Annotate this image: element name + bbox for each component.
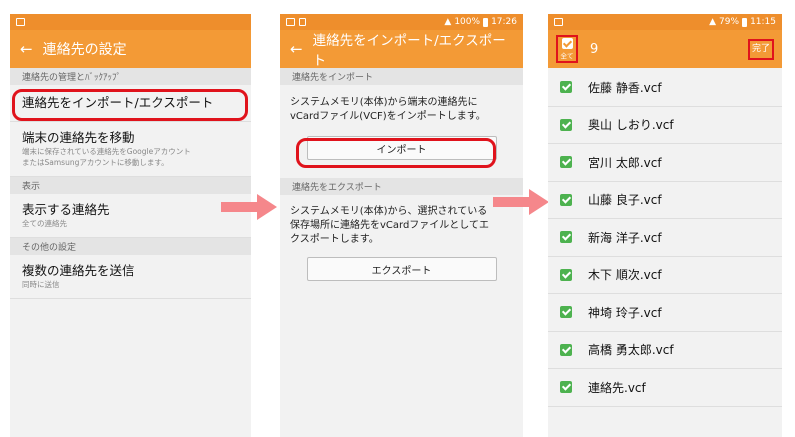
select-all-button[interactable]: 全て — [556, 35, 578, 63]
checkbox-checked-icon[interactable] — [560, 343, 572, 356]
import-description: システムメモリ(本体)から端末の連絡先に vCardファイル(VCF)をインポー… — [280, 85, 523, 132]
menu-item-display-contacts[interactable]: 表示する連絡先 全ての連絡先 — [10, 194, 251, 238]
checkbox-checked-icon[interactable] — [560, 381, 572, 394]
battery-icon — [483, 17, 489, 27]
file-name: 木下 順次.vcf — [588, 268, 662, 283]
page-title: 連絡先の設定 — [42, 42, 127, 58]
file-name: 奥山 しおり.vcf — [588, 118, 674, 133]
menu-item-desc: 同時に送信 — [22, 280, 60, 289]
file-name: 連絡先.vcf — [588, 380, 646, 395]
checkbox-checked-icon[interactable] — [560, 268, 572, 281]
clock-text: 11:15 — [750, 17, 776, 27]
import-desc-line: システムメモリ(本体)から端末の連絡先に — [290, 97, 478, 108]
arrow-left-icon[interactable]: ← — [290, 40, 303, 58]
import-desc-line: vCardファイル(VCF)をインポートします。 — [290, 111, 486, 122]
checkbox-checked-icon[interactable] — [560, 306, 572, 319]
app-bar: ← 連絡先をインポート/エクスポート — [280, 30, 523, 69]
menu-item-desc: またはSamsungアカウントに移動します。 — [22, 158, 169, 167]
menu-item-send-multiple[interactable]: 複数の連絡先を送信 同時に送信 — [10, 255, 251, 299]
checkbox-checked-icon[interactable] — [560, 118, 572, 131]
app-bar: ← 連絡先の設定 — [10, 30, 251, 68]
import-export-screen: ▲ 100% 17:26 ← 連絡先をインポート/エクスポート 連絡先をインポー… — [280, 14, 523, 437]
section-header-import: 連絡先をインポート — [280, 68, 523, 85]
section-header-other: その他の設定 — [10, 238, 251, 255]
notification-icon — [286, 18, 295, 26]
export-desc-line: 保存場所に連絡先をvCardファイルとしてエ — [290, 220, 490, 231]
selected-count: 9 — [590, 41, 599, 57]
export-desc-line: クスポートします。 — [290, 234, 379, 245]
flow-arrow-icon — [493, 189, 549, 215]
checkbox-checked-icon[interactable] — [560, 156, 572, 169]
settings-screen: ← 連絡先の設定 連絡先の管理とﾊﾞｯｸｱｯﾌﾟ 連絡先をインポート/エクスポー… — [10, 14, 251, 437]
checkbox-checked-icon[interactable] — [560, 193, 572, 206]
export-description: システムメモリ(本体)から、選択されている 保存場所に連絡先をvCardファイル… — [280, 195, 523, 255]
flow-arrow-icon — [221, 194, 277, 220]
status-bar: ▲ 100% 17:26 — [280, 14, 523, 30]
notification-icon — [16, 18, 25, 26]
highlight-frame — [12, 89, 248, 121]
export-button[interactable]: エクスポート — [306, 257, 497, 281]
menu-item-move-contacts[interactable]: 端末の連絡先を移動 端末に保存されている連絡先をGoogleアカウント またはS… — [10, 122, 251, 177]
file-select-screen: ▲ 79% 11:15 全て 9 完了 佐藤 静香.vcf 奥山 しおり.vcf… — [548, 14, 782, 437]
file-row[interactable]: 木下 順次.vcf — [548, 257, 782, 294]
notification-icon — [554, 18, 563, 26]
highlight-frame — [296, 138, 496, 168]
checkbox-checked-icon[interactable] — [560, 81, 572, 94]
menu-item-desc: 端末に保存されている連絡先をGoogleアカウント — [22, 147, 191, 156]
file-name: 宮川 太郎.vcf — [588, 155, 662, 170]
file-row[interactable]: 神埼 玲子.vcf — [548, 294, 782, 332]
checkbox-checked-icon[interactable] — [560, 231, 572, 244]
page-title: 連絡先をインポート/エクスポート — [312, 33, 506, 69]
file-name: 佐藤 静香.vcf — [588, 80, 662, 95]
status-bar: ▲ 79% 11:15 — [548, 14, 782, 30]
file-row[interactable]: 佐藤 静香.vcf — [548, 69, 782, 107]
clock-text: 17:26 — [491, 17, 517, 27]
file-row[interactable]: 奥山 しおり.vcf — [548, 107, 782, 144]
battery-text: 100% — [454, 17, 481, 27]
menu-item-label: 表示する連絡先 — [22, 202, 110, 217]
file-row[interactable]: 宮川 太郎.vcf — [548, 144, 782, 182]
checkbox-checked-icon — [561, 38, 573, 49]
menu-item-desc: 全ての連絡先 — [22, 219, 67, 228]
battery-icon — [742, 17, 748, 27]
done-button[interactable]: 完了 — [747, 38, 774, 60]
signal-icon: ▲ — [709, 17, 717, 27]
sd-card-icon — [299, 18, 306, 26]
file-name: 高橋 勇太郎.vcf — [588, 343, 674, 358]
file-row[interactable]: 山藤 良子.vcf — [548, 182, 782, 219]
arrow-left-icon[interactable]: ← — [20, 40, 33, 58]
section-header-export: 連絡先をエクスポート — [280, 178, 523, 195]
file-name: 山藤 良子.vcf — [588, 193, 662, 208]
select-all-label: 全て — [560, 52, 574, 60]
section-header-display: 表示 — [10, 177, 251, 194]
file-row[interactable]: 新海 洋子.vcf — [548, 219, 782, 257]
menu-item-label: 複数の連絡先を送信 — [22, 263, 135, 278]
file-row[interactable]: 高橋 勇太郎.vcf — [548, 332, 782, 369]
file-name: 神埼 玲子.vcf — [588, 305, 662, 320]
menu-item-label: 端末の連絡先を移動 — [22, 130, 135, 145]
status-bar — [10, 14, 251, 30]
signal-icon: ▲ — [444, 17, 452, 27]
selection-bar: 全て 9 完了 — [548, 30, 782, 68]
export-desc-line: システムメモリ(本体)から、選択されている — [290, 206, 488, 217]
battery-text: 79% — [719, 17, 740, 27]
section-header-manage: 連絡先の管理とﾊﾞｯｸｱｯﾌﾟ — [10, 68, 251, 85]
file-name: 新海 洋子.vcf — [588, 230, 662, 245]
file-row[interactable]: 連絡先.vcf — [548, 369, 782, 407]
